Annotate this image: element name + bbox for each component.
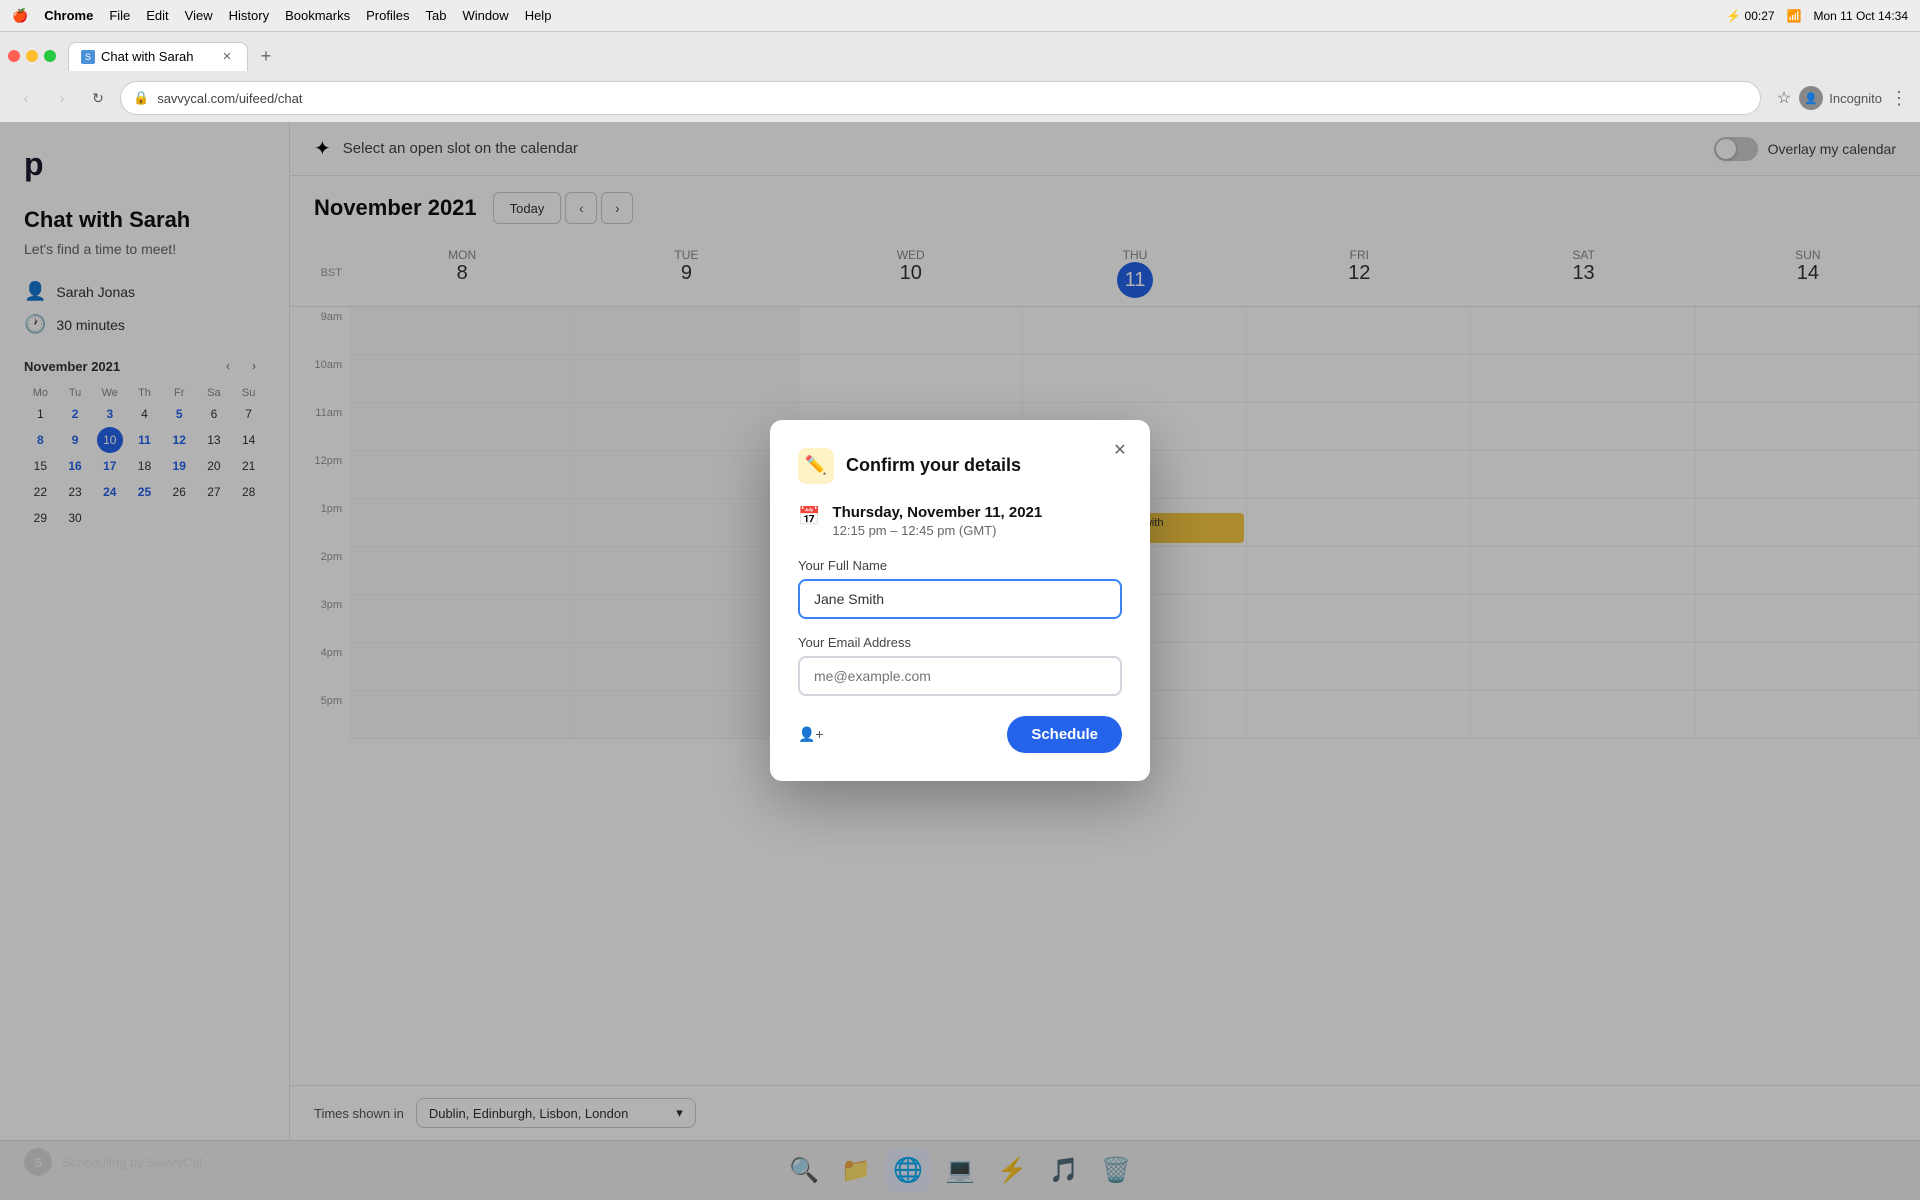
modal-overlay: ✏️ Confirm your details ✕ 📅 Thursday, No… bbox=[0, 0, 1920, 1200]
menu-view[interactable]: View bbox=[185, 8, 213, 23]
battery-time: ⚡ 00:27 bbox=[1726, 9, 1774, 23]
modal-date-main: Thursday, November 11, 2021 bbox=[832, 504, 1042, 521]
add-guest-btn[interactable]: 👤+ bbox=[798, 726, 824, 743]
lock-icon: 🔒 bbox=[133, 90, 149, 106]
modal-date-text: Thursday, November 11, 2021 12:15 pm – 1… bbox=[832, 504, 1042, 538]
tab-close-btn[interactable]: ✕ bbox=[219, 49, 235, 65]
back-btn[interactable]: ‹ bbox=[12, 84, 40, 112]
nav-bar: ‹ › ↻ 🔒 savvycal.com/uifeed/chat ☆ 👤 Inc… bbox=[0, 74, 1920, 122]
menu-file[interactable]: File bbox=[109, 8, 130, 23]
email-group: Your Email Address bbox=[798, 635, 1122, 696]
tab-bar: S Chat with Sarah ✕ + bbox=[0, 32, 1920, 74]
schedule-btn[interactable]: Schedule bbox=[1007, 716, 1122, 753]
menu-window[interactable]: Window bbox=[462, 8, 508, 23]
incognito-icon: 👤 bbox=[1799, 86, 1823, 110]
calendar-icon: 📅 bbox=[798, 506, 820, 527]
tab-favicon: S bbox=[81, 50, 95, 64]
forward-btn[interactable]: › bbox=[48, 84, 76, 112]
tab-title: Chat with Sarah bbox=[101, 49, 194, 64]
menubar-right: ⚡ 00:27 📶 Mon 11 Oct 14:34 bbox=[1726, 9, 1908, 23]
incognito-indicator: 👤 Incognito bbox=[1799, 86, 1882, 110]
menubar: 🍎 Chrome File Edit View History Bookmark… bbox=[0, 0, 1920, 32]
menu-help[interactable]: Help bbox=[525, 8, 552, 23]
email-input[interactable] bbox=[798, 656, 1122, 696]
add-guest-icon: 👤+ bbox=[798, 726, 824, 743]
modal-title: Confirm your details bbox=[846, 455, 1021, 476]
menu-history[interactable]: History bbox=[229, 8, 269, 23]
menu-dots[interactable]: ⋮ bbox=[1890, 88, 1908, 109]
maximize-btn[interactable] bbox=[44, 50, 56, 62]
full-name-group: Your Full Name bbox=[798, 558, 1122, 619]
confirm-details-modal: ✏️ Confirm your details ✕ 📅 Thursday, No… bbox=[770, 420, 1150, 781]
email-label: Your Email Address bbox=[798, 635, 1122, 650]
modal-date-sub: 12:15 pm – 12:45 pm (GMT) bbox=[832, 523, 1042, 538]
modal-icon: ✏️ bbox=[798, 448, 834, 484]
incognito-label: Incognito bbox=[1829, 91, 1882, 106]
wifi-icon: 📶 bbox=[1787, 9, 1802, 23]
modal-date-row: 📅 Thursday, November 11, 2021 12:15 pm –… bbox=[798, 504, 1122, 538]
menu-tab[interactable]: Tab bbox=[425, 8, 446, 23]
nav-right: ☆ 👤 Incognito ⋮ bbox=[1777, 86, 1908, 110]
full-name-label: Your Full Name bbox=[798, 558, 1122, 573]
modal-header: ✏️ Confirm your details bbox=[798, 448, 1122, 484]
browser-chrome: S Chat with Sarah ✕ + ‹ › ↻ 🔒 savvycal.c… bbox=[0, 32, 1920, 122]
close-window-btn[interactable] bbox=[8, 50, 20, 62]
menu-edit[interactable]: Edit bbox=[146, 8, 168, 23]
active-tab[interactable]: S Chat with Sarah ✕ bbox=[68, 42, 248, 71]
modal-footer: 👤+ Schedule bbox=[798, 716, 1122, 753]
refresh-btn[interactable]: ↻ bbox=[84, 84, 112, 112]
menu-profiles[interactable]: Profiles bbox=[366, 8, 409, 23]
menu-bookmarks[interactable]: Bookmarks bbox=[285, 8, 350, 23]
url-text: savvycal.com/uifeed/chat bbox=[157, 91, 1748, 106]
apple-icon[interactable]: 🍎 bbox=[12, 8, 28, 24]
modal-close-btn[interactable]: ✕ bbox=[1106, 436, 1134, 464]
bookmark-btn[interactable]: ☆ bbox=[1777, 88, 1791, 108]
full-name-input[interactable] bbox=[798, 579, 1122, 619]
address-bar[interactable]: 🔒 savvycal.com/uifeed/chat bbox=[120, 81, 1761, 115]
new-tab-btn[interactable]: + bbox=[252, 42, 280, 70]
minimize-btn[interactable] bbox=[26, 50, 38, 62]
app-name: Chrome bbox=[44, 8, 93, 23]
clock: Mon 11 Oct 14:34 bbox=[1814, 9, 1909, 23]
